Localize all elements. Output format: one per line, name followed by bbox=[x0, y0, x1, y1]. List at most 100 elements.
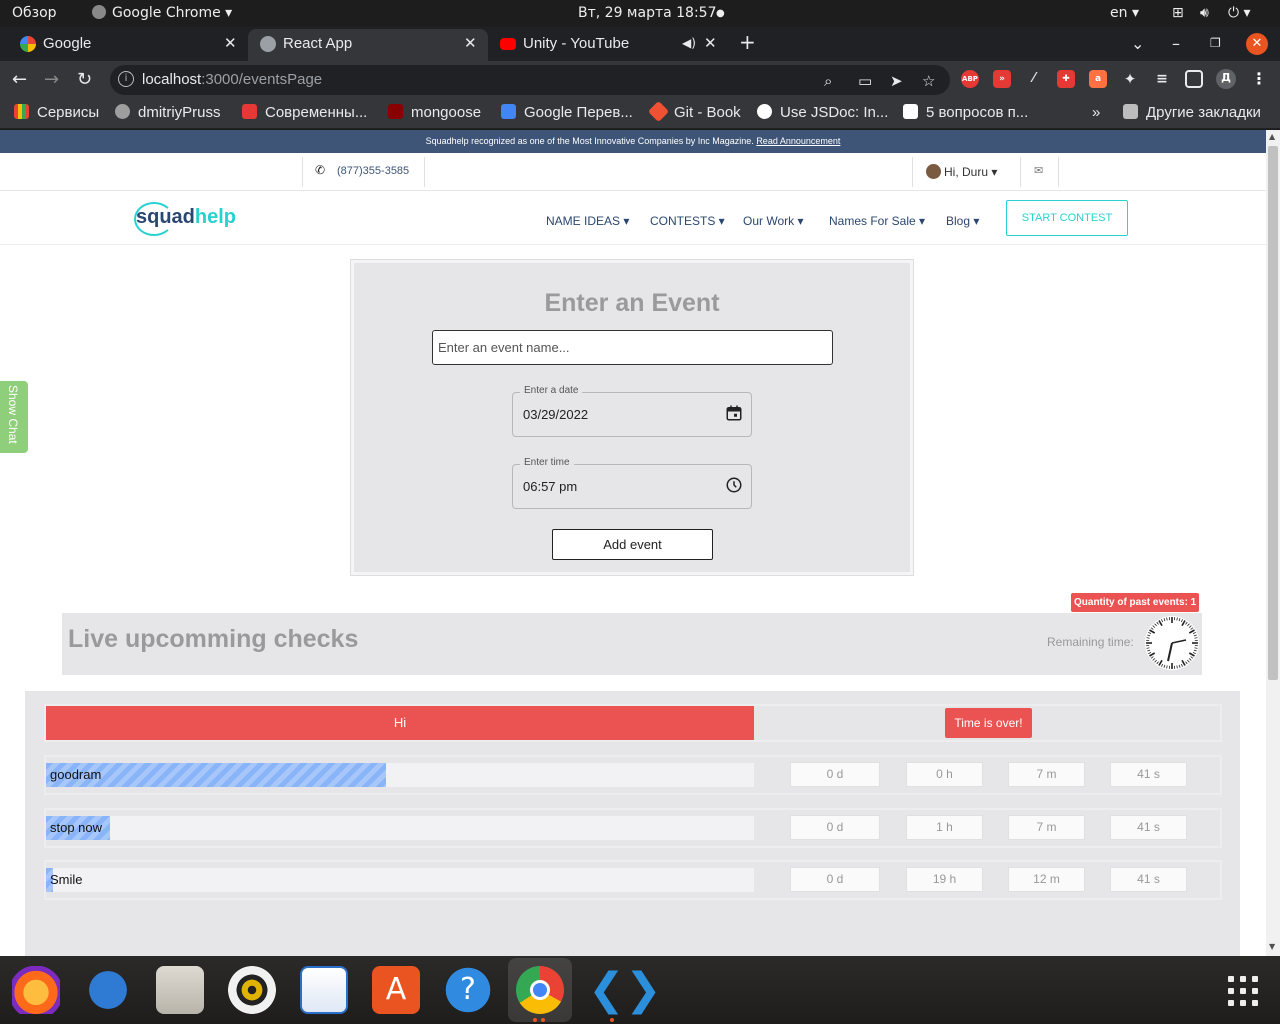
user-greeting: Hi, Duru bbox=[944, 165, 989, 179]
audio-playing-icon[interactable]: ◀︎) bbox=[682, 36, 696, 50]
days-cell: 0 d bbox=[790, 867, 880, 892]
divider bbox=[912, 157, 913, 187]
chrome-app[interactable] bbox=[508, 958, 572, 1022]
github-icon bbox=[115, 104, 130, 119]
window-close-icon[interactable]: ✕ bbox=[1246, 33, 1268, 55]
extension-icon[interactable]: ⁄ bbox=[1025, 70, 1043, 88]
bookmarks-bar: Сервисы dmitriyPruss Современны... mongo… bbox=[0, 98, 1280, 129]
user-menu[interactable]: Hi, Duru ▾ bbox=[926, 164, 997, 179]
tab-youtube[interactable]: Unity - YouTube ◀︎) ✕ bbox=[488, 29, 726, 61]
menu-names-for-sale[interactable]: Names For Sale ▾ bbox=[829, 214, 925, 228]
date-field[interactable]: Enter a date 03/29/2022 bbox=[512, 385, 752, 437]
scroll-up-icon[interactable]: ▲ bbox=[1269, 132, 1275, 141]
app-menu[interactable]: Google Chrome ▾ bbox=[92, 5, 232, 21]
address-bar[interactable]: i localhost:3000/eventsPage ⌕ ▭ ➤ ☆ bbox=[110, 65, 950, 95]
menu-contests[interactable]: CONTESTS ▾ bbox=[650, 214, 725, 228]
squadhelp-logo[interactable]: squadhelp bbox=[134, 202, 236, 236]
read-announcement-link[interactable]: Read Announcement bbox=[756, 136, 840, 146]
sidepanel-icon[interactable] bbox=[1185, 70, 1203, 88]
extension-icon[interactable]: ✚ bbox=[1057, 70, 1075, 88]
bookmark-item[interactable]: Современны... bbox=[242, 104, 367, 121]
mail-icon[interactable]: ✉ bbox=[1034, 164, 1043, 177]
clock-datetime[interactable]: Вт, 29 марта 18:57 bbox=[578, 5, 716, 21]
zoom-icon[interactable]: ⌕ bbox=[824, 72, 832, 90]
start-contest-button[interactable]: START CONTEST bbox=[1006, 200, 1128, 236]
scrollbar-thumb[interactable] bbox=[1268, 146, 1278, 680]
google-icon bbox=[20, 36, 36, 52]
reload-icon[interactable]: ↻ bbox=[77, 69, 92, 90]
close-tab-icon[interactable]: ✕ bbox=[704, 34, 717, 52]
bookmark-item[interactable]: Google Перев... bbox=[501, 104, 633, 121]
rhythmbox-icon[interactable] bbox=[228, 966, 276, 1014]
files-icon[interactable] bbox=[156, 966, 204, 1014]
language-selector[interactable]: en ▾ bbox=[1110, 5, 1139, 21]
back-icon[interactable]: ← bbox=[12, 69, 27, 90]
menu-our-work[interactable]: Our Work ▾ bbox=[743, 214, 803, 228]
menu-name-ideas[interactable]: NAME IDEAS ▾ bbox=[546, 214, 629, 228]
more-menu-icon[interactable]: ⋮ bbox=[1250, 70, 1268, 88]
close-tab-icon[interactable]: ✕ bbox=[464, 34, 477, 52]
tab-react-app[interactable]: React App ✕ bbox=[248, 29, 488, 61]
time-field[interactable]: Enter time 06:57 pm bbox=[512, 457, 752, 509]
forward-icon[interactable]: → bbox=[44, 69, 59, 90]
help-icon[interactable]: ? bbox=[444, 966, 492, 1014]
bookmark-item[interactable]: dmitriyPruss bbox=[115, 104, 221, 121]
scroll-down-icon[interactable]: ▼ bbox=[1269, 942, 1275, 951]
volume-icon[interactable]: 🔊︎ bbox=[1200, 5, 1209, 21]
software-icon[interactable]: A bbox=[372, 966, 420, 1014]
bookmark-item[interactable]: Use JSDoc: In... bbox=[757, 104, 888, 121]
show-applications-icon[interactable] bbox=[1228, 976, 1260, 1008]
clock-icon[interactable] bbox=[725, 476, 743, 494]
send-icon[interactable]: ➤ bbox=[890, 72, 903, 90]
main-navigation: squadhelp NAME IDEAS ▾ CONTESTS ▾ Our Wo… bbox=[0, 192, 1266, 245]
menu-blog[interactable]: Blog ▾ bbox=[946, 214, 979, 228]
avatar bbox=[926, 164, 941, 179]
tab-google[interactable]: Google ✕ bbox=[8, 29, 246, 61]
profile-avatar[interactable]: Д bbox=[1216, 69, 1236, 89]
bookmarks-overflow-icon[interactable]: » bbox=[1092, 104, 1100, 121]
tab-search-icon[interactable]: ⌄ bbox=[1131, 34, 1144, 53]
other-bookmarks[interactable]: Другие закладки bbox=[1123, 104, 1261, 121]
power-icon[interactable]: ⏻ ▾ bbox=[1228, 5, 1251, 21]
site-favicon-icon bbox=[242, 104, 257, 119]
new-tab-button[interactable]: + bbox=[739, 30, 756, 54]
time-label: Enter time bbox=[520, 457, 574, 468]
vscode-icon[interactable]: ❮❯ bbox=[588, 966, 662, 1014]
add-event-button[interactable]: Add event bbox=[552, 529, 713, 560]
date-label: Enter a date bbox=[520, 385, 583, 396]
grid-dot bbox=[1228, 1000, 1234, 1006]
network-icon[interactable]: ⊞ bbox=[1172, 5, 1184, 21]
phone-number-link[interactable]: (877)355-3585 bbox=[337, 165, 409, 177]
maximize-icon[interactable]: ❐ bbox=[1210, 36, 1221, 50]
calendar-icon[interactable] bbox=[725, 404, 743, 422]
event-name-input[interactable] bbox=[432, 330, 833, 365]
page-viewport: Squadhelp recognized as one of the Most … bbox=[0, 130, 1266, 956]
bookmark-item[interactable]: 5 вопросов п... bbox=[903, 104, 1028, 121]
close-tab-icon[interactable]: ✕ bbox=[224, 34, 237, 52]
bookmark-item[interactable]: Git - Book bbox=[647, 100, 741, 123]
activities-button[interactable]: Обзор bbox=[12, 5, 57, 21]
youtube-icon bbox=[500, 38, 516, 50]
minutes-cell: 12 m bbox=[1008, 867, 1085, 892]
extensions-puzzle-icon[interactable]: ✦ bbox=[1121, 70, 1139, 88]
bookmark-item[interactable]: mongoose bbox=[388, 104, 481, 121]
show-chat-tab[interactable]: Show Chat bbox=[0, 381, 28, 453]
bookmark-star-icon[interactable]: ☆ bbox=[922, 72, 935, 90]
page-scrollbar[interactable]: ▲ ▼ bbox=[1266, 130, 1280, 956]
event-name: Smile bbox=[50, 872, 83, 887]
site-info-icon[interactable]: i bbox=[118, 71, 134, 87]
extension-icon[interactable]: » bbox=[993, 70, 1011, 88]
firefox-icon[interactable] bbox=[12, 966, 60, 1014]
bookmark-item[interactable]: Сервисы bbox=[14, 104, 99, 121]
minimize-icon[interactable]: – bbox=[1172, 34, 1180, 53]
media-icon[interactable]: ≡ bbox=[1153, 70, 1171, 88]
writer-icon[interactable] bbox=[300, 966, 348, 1014]
site-favicon-icon bbox=[903, 104, 918, 119]
announcement-banner: Squadhelp recognized as one of the Most … bbox=[0, 130, 1266, 153]
thunderbird-icon[interactable] bbox=[84, 966, 132, 1014]
bookmark-label: Другие закладки bbox=[1146, 104, 1261, 121]
extension-icon[interactable]: a bbox=[1089, 70, 1107, 88]
adblock-icon[interactable]: ABP bbox=[961, 70, 979, 88]
install-app-icon[interactable]: ▭ bbox=[858, 72, 872, 90]
bookmark-label: 5 вопросов п... bbox=[926, 104, 1029, 121]
